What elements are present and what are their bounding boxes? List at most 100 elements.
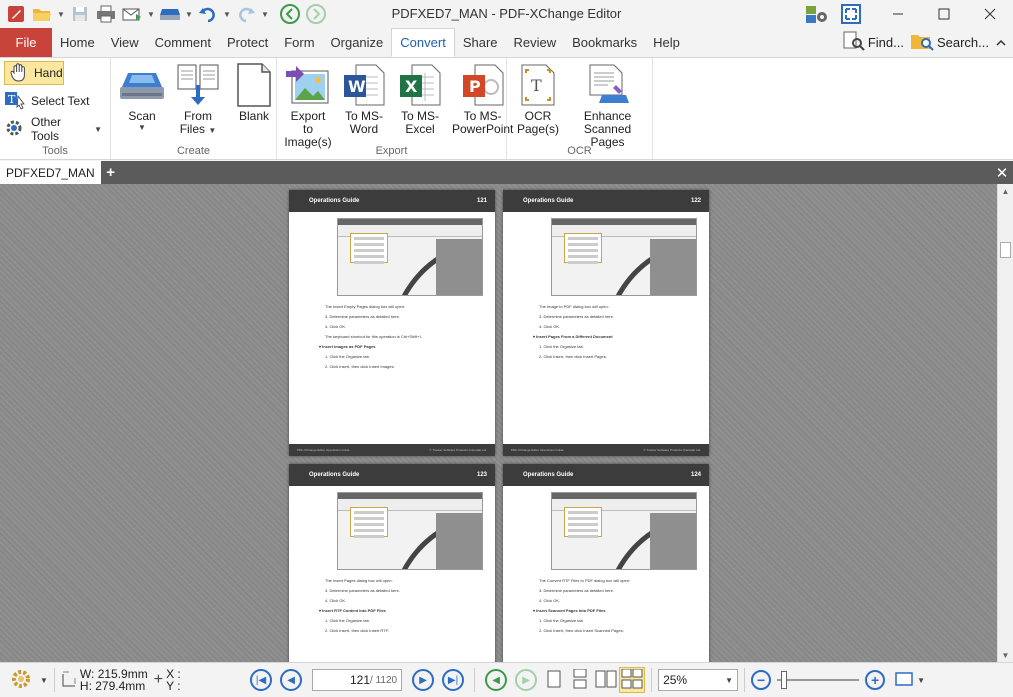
customize-ui-icon[interactable] bbox=[805, 3, 829, 25]
from-files-button[interactable]: From Files ▼ bbox=[170, 60, 226, 157]
zoom-in-button[interactable]: + bbox=[865, 670, 886, 690]
tab-protect[interactable]: Protect bbox=[219, 28, 276, 57]
email-dropdown-icon[interactable]: ▼ bbox=[146, 3, 156, 25]
ocr-pages-button[interactable]: T OCR Page(s) bbox=[510, 60, 566, 157]
last-page-button[interactable]: ▶| bbox=[442, 669, 465, 691]
ocr-label-1: OCR bbox=[524, 109, 552, 123]
redo-dropdown-icon[interactable]: ▼ bbox=[260, 3, 270, 25]
scroll-down-arrow-icon[interactable]: ▼ bbox=[998, 648, 1013, 662]
tab-bookmarks[interactable]: Bookmarks bbox=[564, 28, 645, 57]
ribbon-right-tools: Find... Search... bbox=[843, 28, 1013, 57]
tab-share[interactable]: Share bbox=[455, 28, 506, 57]
new-tab-plus-icon[interactable]: + bbox=[101, 161, 121, 184]
zoom-slider-knob[interactable] bbox=[781, 671, 788, 689]
status-separator bbox=[744, 668, 746, 692]
page-number-field[interactable]: 121 / 1120 bbox=[312, 669, 403, 691]
single-page-view-button[interactable] bbox=[541, 667, 567, 693]
blank-button[interactable]: Blank bbox=[226, 60, 282, 157]
next-page-button[interactable]: ▶ bbox=[412, 669, 435, 691]
scan-dropdown-icon[interactable]: ▼ bbox=[184, 3, 194, 25]
page-text-line: ▾ Insert Images as PDF Pages bbox=[319, 344, 376, 349]
powerpoint-icon: P bbox=[459, 62, 507, 108]
first-page-button[interactable]: |◀ bbox=[250, 669, 273, 691]
open-dropdown-icon[interactable]: ▼ bbox=[56, 3, 66, 25]
continuous-view-button[interactable] bbox=[567, 667, 593, 693]
tab-form[interactable]: Form bbox=[276, 28, 322, 57]
previous-view-button[interactable]: ◀ bbox=[485, 669, 508, 691]
status-options-button[interactable]: ▼ bbox=[0, 667, 48, 694]
page-text-line: ▾ Insert RTF Content Into PDF Files bbox=[319, 608, 386, 613]
document-tab[interactable]: PDFXED7_MAN bbox=[0, 161, 101, 184]
maximize-button[interactable] bbox=[921, 0, 967, 28]
settings-gear-icon bbox=[10, 667, 36, 694]
tab-comment[interactable]: Comment bbox=[147, 28, 219, 57]
export-to-images-button[interactable]: Export to Image(s) bbox=[280, 60, 336, 157]
vertical-scrollbar[interactable]: ▲ ▼ bbox=[997, 184, 1013, 662]
scan-icon[interactable] bbox=[158, 3, 182, 25]
group-ocr: T OCR Page(s) Enhance Scanned Pages OCR bbox=[507, 58, 653, 159]
cursor-coordinates: + X : Y : bbox=[154, 668, 246, 692]
tab-file[interactable]: File bbox=[0, 28, 52, 57]
zoom-value: 25% bbox=[663, 673, 688, 687]
document-tab-bar: PDFXED7_MAN + ✕ bbox=[0, 161, 1013, 184]
page-text-line: ▾ Insert Scanned Pages Into PDF Files bbox=[533, 608, 606, 613]
document-view[interactable]: Operations Guide 121 The Insert Empty Page… bbox=[0, 184, 997, 662]
tab-view[interactable]: View bbox=[103, 28, 147, 57]
scan-dropdown-caret-icon: ▼ bbox=[138, 123, 146, 132]
hand-tool-label: Hand bbox=[34, 66, 63, 80]
collapse-ribbon-button[interactable] bbox=[995, 37, 1007, 49]
other-tools-button[interactable]: Other Tools ▼ bbox=[0, 115, 106, 143]
zoom-out-button[interactable]: − bbox=[751, 670, 772, 690]
from-files-label-1: From bbox=[183, 109, 212, 123]
continuous-facing-view-button[interactable] bbox=[619, 667, 646, 693]
ocr-label-2: Page(s) bbox=[516, 122, 560, 136]
select-text-button[interactable]: T Select Text bbox=[0, 89, 106, 113]
save-icon[interactable] bbox=[68, 3, 92, 25]
minimize-button[interactable] bbox=[875, 0, 921, 28]
close-document-icon[interactable]: ✕ bbox=[991, 161, 1013, 184]
page-text-line: 3. Determine parameters as detailed here… bbox=[325, 588, 400, 593]
scroll-up-arrow-icon[interactable]: ▲ bbox=[998, 184, 1013, 198]
tab-review[interactable]: Review bbox=[506, 28, 565, 57]
scrollbar-thumb[interactable] bbox=[1000, 242, 1011, 258]
tab-organize[interactable]: Organize bbox=[323, 28, 392, 57]
enhance-scanned-pages-button[interactable]: Enhance Scanned Pages bbox=[566, 60, 649, 157]
excel-label-1: To MS- bbox=[400, 109, 439, 123]
find-button[interactable]: Find... bbox=[843, 31, 904, 54]
tab-home[interactable]: Home bbox=[52, 28, 103, 57]
undo-dropdown-icon[interactable]: ▼ bbox=[222, 3, 232, 25]
zoom-level-select[interactable]: 25% ▼ bbox=[658, 669, 739, 691]
cursor-y: Y : bbox=[166, 679, 181, 693]
scan-button[interactable]: Scan ▼ bbox=[114, 60, 170, 157]
close-button[interactable] bbox=[967, 0, 1013, 28]
app-logo-icon[interactable] bbox=[4, 3, 28, 25]
back-view-icon[interactable] bbox=[278, 3, 302, 25]
fullscreen-icon[interactable] bbox=[839, 3, 863, 25]
tab-help[interactable]: Help bbox=[645, 28, 688, 57]
previous-page-button[interactable]: ◀ bbox=[280, 669, 303, 691]
fit-view-button[interactable] bbox=[891, 667, 917, 693]
page-text-line: The Insert Empty Pages dialog box will o… bbox=[325, 304, 406, 309]
undo-icon[interactable] bbox=[196, 3, 220, 25]
page-text-line: The Convert RTF Files to PDF dialog box … bbox=[539, 578, 631, 583]
forward-view-icon[interactable] bbox=[304, 3, 328, 25]
next-view-button[interactable]: ▶ bbox=[515, 669, 538, 691]
facing-view-button[interactable] bbox=[593, 667, 619, 693]
page-header-number: 121 bbox=[476, 198, 487, 204]
other-tools-dropdown-icon: ▼ bbox=[94, 124, 102, 134]
fit-view-dropdown-icon[interactable]: ▼ bbox=[917, 676, 925, 685]
zoom-slider[interactable] bbox=[777, 671, 860, 689]
to-ms-word-button[interactable]: W To MS- Word bbox=[336, 60, 392, 157]
page-height: H: 279.4mm bbox=[79, 679, 146, 693]
hand-tool-button[interactable]: Hand bbox=[4, 61, 64, 85]
print-icon[interactable] bbox=[94, 3, 118, 25]
excel-icon: X bbox=[396, 62, 444, 108]
search-button[interactable]: Search... bbox=[910, 31, 989, 54]
redo-icon[interactable] bbox=[234, 3, 258, 25]
tab-convert[interactable]: Convert bbox=[391, 28, 455, 57]
open-folder-icon[interactable] bbox=[30, 3, 54, 25]
to-ms-excel-button[interactable]: X To MS- Excel bbox=[392, 60, 448, 157]
page-dimensions: W: 215.9mm H: 279.4mm bbox=[61, 668, 148, 692]
page-body-text: The Insert Pages dialog box will open: 3.… bbox=[289, 570, 495, 636]
email-icon[interactable] bbox=[120, 3, 144, 25]
